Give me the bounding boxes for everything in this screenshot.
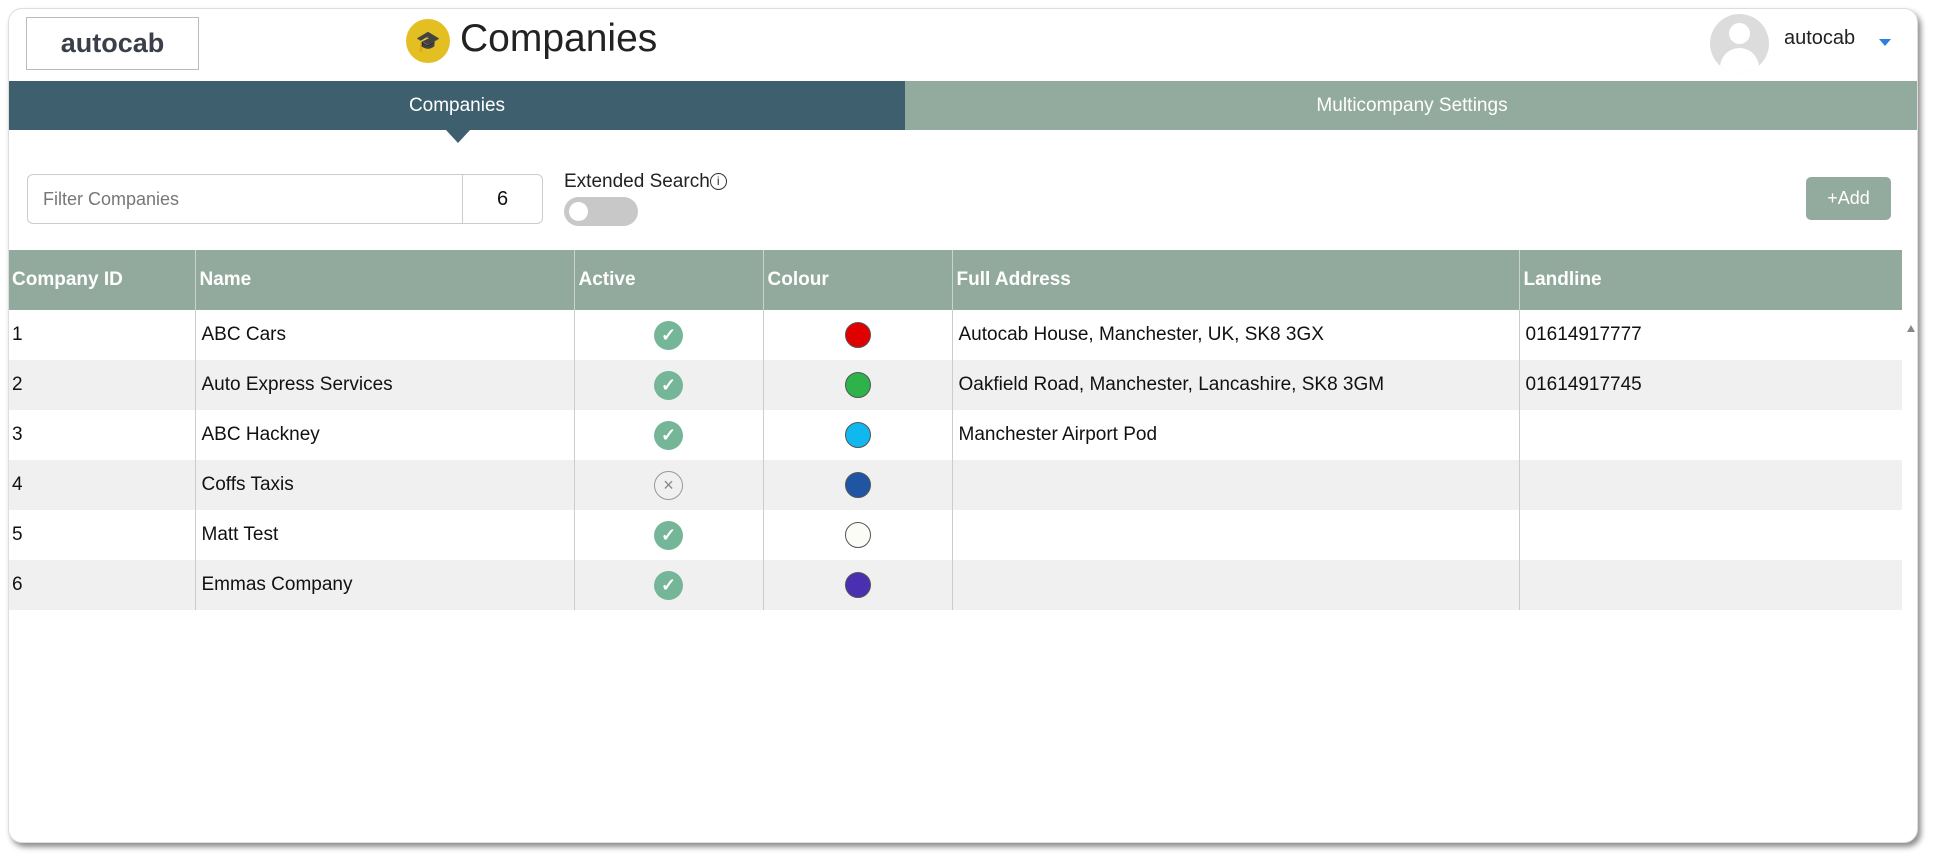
filter-companies-input[interactable] [28,175,462,223]
table-row[interactable]: 5 Matt Test ✓ [9,510,1902,560]
column-header-company-id[interactable]: Company ID [9,250,195,310]
plus-icon: + [1827,188,1838,208]
colour-cell [762,410,952,460]
colour-cell [762,460,952,510]
name-cell: ABC Cars [194,310,574,360]
avatar[interactable] [1710,14,1769,73]
extended-search-toggle[interactable] [564,197,638,226]
landline-cell [1518,510,1902,560]
active-cell: ✓ [573,410,763,460]
user-menu[interactable]: autocab [1784,27,1855,50]
colour-cell [762,510,952,560]
active-cell: ✓ [573,310,763,360]
app-window: autocab 🎓 Companies autocab Companies Mu… [8,8,1918,843]
name-cell: Auto Express Services [194,360,574,410]
extended-search-label: Extended Search i [564,171,727,193]
check-circle-icon: ✓ [654,520,683,550]
table-row[interactable]: 2 Auto Express Services ✓ Oakfield Road, Ma… [9,360,1902,410]
scroll-up-icon[interactable] [1907,325,1915,332]
column-header-colour[interactable]: Colour [762,250,952,310]
active-tab-indicator [446,130,470,143]
address-cell [951,460,1519,510]
tab-companies[interactable]: Companies [9,81,905,130]
name-cell: Emmas Company [194,560,574,610]
colour-swatch [844,472,871,498]
companies-table: Company ID Name Active Colour Full Addre… [9,250,1902,610]
add-button[interactable]: + Add [1806,177,1891,220]
check-circle-icon: ✓ [654,370,683,400]
address-cell [951,510,1519,560]
colour-swatch [844,372,871,398]
company-id-cell: 1 [12,324,23,345]
active-cell: ✓ [573,510,763,560]
active-cell: ✓ [573,360,763,410]
address-cell: Oakfield Road, Manchester, Lancashire, S… [951,360,1519,410]
active-cell: ✓ [573,560,763,610]
graduation-cap-icon: 🎓 [406,19,450,63]
colour-swatch [844,522,871,548]
company-id-cell: 5 [12,524,23,545]
table-row[interactable]: 4 Coffs Taxis × [9,460,1902,510]
landline-cell: 01614917745 [1518,360,1902,410]
active-cell: × [573,460,763,510]
company-id-cell: 6 [9,560,195,610]
landline-cell [1518,560,1902,610]
name-cell: ABC Hackney [194,410,574,460]
x-circle-icon: × [654,470,683,500]
colour-cell [762,360,952,410]
tab-multicompany-settings[interactable]: Multicompany Settings [905,81,1917,130]
landline-cell [1518,410,1902,460]
add-label: Add [1837,188,1870,208]
tab-bar: Companies Multicompany Settings [9,81,1917,130]
colour-swatch [844,322,871,348]
colour-cell [762,560,952,610]
table-row[interactable]: 3 ABC Hackney ✓ Manchester Airport Pod [9,410,1902,460]
colour-cell [762,310,952,360]
column-header-active[interactable]: Active [573,250,763,310]
address-cell: Autocab House, Manchester, UK, SK8 3GX [951,310,1519,360]
autocab-logo[interactable]: autocab [26,17,199,70]
extended-search-text: Extended Search [564,171,710,192]
colour-swatch [844,572,871,598]
landline-cell: 01614917777 [1518,310,1902,360]
address-cell: Manchester Airport Pod [951,410,1519,460]
name-cell: Matt Test [194,510,574,560]
filter-box: 6 [27,174,543,224]
page-title: Companies [460,17,658,60]
column-header-name[interactable]: Name [194,250,574,310]
table-row[interactable]: 1 ABC Cars ✓ Autocab House, Manchester, UK,… [9,310,1902,360]
company-id-cell: 2 [9,360,195,410]
landline-cell [1518,460,1902,510]
name-cell: Coffs Taxis [194,460,574,510]
address-cell [951,560,1519,610]
chevron-down-icon[interactable] [1879,39,1891,46]
company-id-cell: 4 [9,460,195,510]
result-count: 6 [462,175,542,223]
check-circle-icon: ✓ [654,570,683,600]
check-circle-icon: ✓ [654,420,683,450]
scrollbar[interactable] [1904,317,1917,617]
column-header-full-address[interactable]: Full Address [951,250,1519,310]
company-id-cell: 3 [12,424,23,445]
table-row[interactable]: 6 Emmas Company ✓ [9,560,1902,610]
check-circle-icon: ✓ [654,320,683,350]
colour-swatch [844,422,871,448]
column-header-landline[interactable]: Landline [1518,250,1902,310]
info-icon[interactable]: i [709,173,727,190]
